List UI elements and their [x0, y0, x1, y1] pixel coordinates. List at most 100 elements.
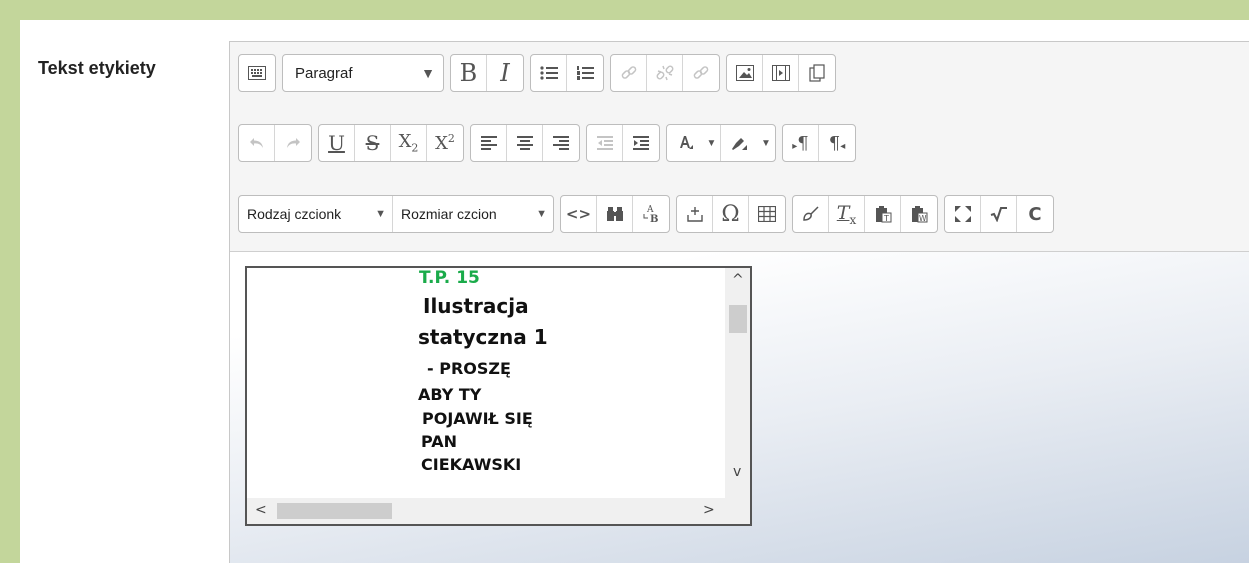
chemistry-button[interactable]: C: [1017, 196, 1053, 232]
unlink-button[interactable]: [647, 55, 683, 91]
manage-files-button[interactable]: [799, 55, 835, 91]
background-color-dropdown[interactable]: ▼: [757, 125, 775, 161]
media-group: [726, 54, 836, 92]
scroll-down-icon[interactable]: v: [733, 464, 741, 480]
files-icon: [809, 64, 825, 82]
insert-table-button[interactable]: [749, 196, 785, 232]
rich-text-editor[interactable]: Paragraf ▼ B I U S X2 X2 ▼ ▼ ▸¶ ¶◂ Rodza…: [229, 41, 1249, 563]
source-code-button[interactable]: <>: [561, 196, 597, 232]
special-char-button[interactable]: Ω: [713, 196, 749, 232]
outdent-icon: [596, 136, 613, 150]
scroll-up-icon[interactable]: ^: [732, 272, 744, 288]
outdent-button[interactable]: [587, 125, 623, 161]
chevron-down-icon: ▼: [706, 137, 717, 149]
clean-group: Tx T W: [792, 195, 938, 233]
font-family-select[interactable]: Rodzaj czcionk ▼: [239, 196, 393, 232]
format-group: Paragraf ▼: [282, 54, 444, 92]
insert-hr-button[interactable]: [677, 196, 713, 232]
field-label: Tekst etykiety: [38, 58, 156, 78]
chevron-down-icon: ▼: [761, 137, 771, 149]
embedded-text-line: PAN: [421, 432, 458, 451]
paste-text-icon: T: [875, 206, 891, 223]
link-icon: [621, 66, 636, 79]
unordered-list-button[interactable]: [531, 55, 567, 91]
subscript-icon: X2: [398, 131, 419, 155]
superscript-icon: X2: [435, 132, 455, 154]
horizontal-scrollbar[interactable]: < >: [247, 498, 725, 524]
keyboard-icon: [248, 66, 266, 80]
insert-group: Ω: [676, 195, 786, 233]
history-group: [238, 124, 312, 162]
bullet-list-icon: [539, 66, 558, 80]
redo-icon: [287, 138, 300, 148]
paragraph-ltr-icon: ▸¶: [792, 132, 809, 154]
omega-icon: Ω: [721, 201, 740, 227]
font-size-select-label: Rozmiar czcion: [401, 206, 497, 222]
insert-image-button[interactable]: [727, 55, 763, 91]
paste-text-button[interactable]: T: [865, 196, 901, 232]
italic-icon: I: [500, 59, 510, 87]
image-icon: [735, 65, 754, 81]
indent-button[interactable]: [623, 125, 659, 161]
link-button[interactable]: [611, 55, 647, 91]
color-group: ▼ ▼: [666, 124, 776, 162]
embedded-text-line: statyczna 1: [418, 325, 548, 349]
clear-formatting-button[interactable]: Tx: [829, 196, 865, 232]
svg-text:B: B: [650, 214, 658, 224]
equation-button[interactable]: [981, 196, 1017, 232]
align-center-button[interactable]: [507, 125, 543, 161]
bold-icon: B: [459, 59, 478, 87]
svg-text:W: W: [919, 214, 927, 223]
svg-text:T: T: [883, 214, 889, 223]
insert-media-button[interactable]: [763, 55, 799, 91]
chevron-down-icon: ▼: [375, 208, 386, 220]
indent-group: [586, 124, 660, 162]
scroll-left-icon[interactable]: <: [255, 502, 267, 518]
format-select[interactable]: Paragraf ▼: [283, 55, 443, 91]
film-icon: [771, 65, 790, 81]
toggle-toolbar-group: [238, 54, 276, 92]
text-direction-button[interactable]: AB: [633, 196, 669, 232]
undo-button[interactable]: [239, 125, 275, 161]
underline-button[interactable]: U: [319, 125, 355, 161]
embedded-text-line: - PROSZĘ: [427, 359, 511, 378]
bold-button[interactable]: B: [451, 55, 487, 91]
redo-button[interactable]: [275, 125, 311, 161]
text-color-dropdown[interactable]: ▼: [703, 125, 721, 161]
align-right-button[interactable]: [543, 125, 579, 161]
style-group: B I: [450, 54, 524, 92]
anchor-button[interactable]: [683, 55, 719, 91]
embedded-title-line: T.P. 15: [419, 268, 480, 288]
find-replace-button[interactable]: [597, 196, 633, 232]
fullscreen-button[interactable]: [945, 196, 981, 232]
rtl-button[interactable]: ¶◂: [819, 125, 855, 161]
ordered-list-button[interactable]: [567, 55, 603, 91]
embedded-text-line: CIEKAWSKI: [421, 455, 522, 474]
list-group: [530, 54, 604, 92]
text-color-button[interactable]: [667, 125, 703, 161]
superscript-button[interactable]: X2: [427, 125, 463, 161]
font-size-select[interactable]: Rozmiar czcion ▼: [393, 196, 553, 232]
vertical-scrollbar[interactable]: ^ v: [725, 268, 750, 498]
align-left-button[interactable]: [471, 125, 507, 161]
vertical-scroll-thumb[interactable]: [729, 305, 747, 333]
subscript-button[interactable]: X2: [391, 125, 427, 161]
scroll-right-icon[interactable]: >: [703, 502, 715, 518]
direction-group: ▸¶ ¶◂: [782, 124, 856, 162]
embedded-text-line: ABY TY: [418, 385, 482, 404]
strikethrough-button[interactable]: S: [355, 125, 391, 161]
align-right-icon: [553, 136, 569, 150]
toggle-toolbar-button[interactable]: [239, 55, 275, 91]
chevron-down-icon: ▼: [536, 208, 547, 220]
ltr-button[interactable]: ▸¶: [783, 125, 819, 161]
background-color-button[interactable]: [721, 125, 757, 161]
indent-icon: [633, 136, 649, 150]
horizontal-scroll-thumb[interactable]: [277, 503, 392, 519]
cleanup-button[interactable]: [793, 196, 829, 232]
embedded-frame[interactable]: T.P. 15 Ilustracja statyczna 1 - PROSZĘ …: [245, 266, 752, 526]
editor-content-area[interactable]: T.P. 15 Ilustracja statyczna 1 - PROSZĘ …: [230, 253, 1249, 563]
format-select-label: Paragraf: [295, 64, 353, 82]
italic-button[interactable]: I: [487, 55, 523, 91]
paragraph-rtl-icon: ¶◂: [828, 132, 846, 154]
paste-word-button[interactable]: W: [901, 196, 937, 232]
